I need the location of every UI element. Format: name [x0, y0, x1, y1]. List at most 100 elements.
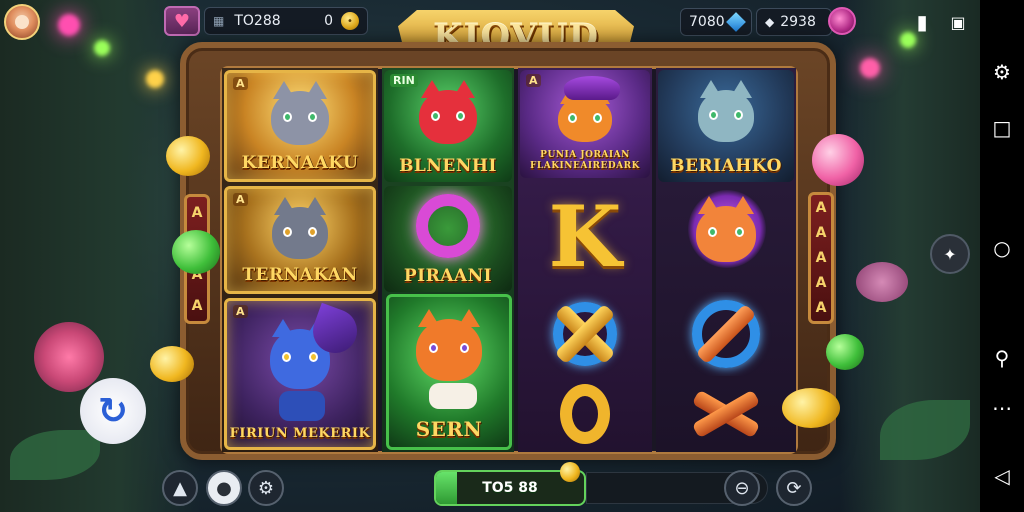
- cat-eye: [282, 351, 291, 362]
- cat-eye: [568, 113, 577, 124]
- floating-green-coin: [826, 334, 864, 370]
- symbol-corner-label: A: [526, 74, 541, 87]
- symbol-corner-label: A: [233, 77, 248, 90]
- heart-icon: ♥: [173, 10, 191, 32]
- settings-nav-icon[interactable]: ⚙: [980, 54, 1024, 90]
- cat-eye: [283, 111, 292, 122]
- symbol-cell: A TERNAKAN: [224, 186, 376, 294]
- pink-gem-button[interactable]: [828, 7, 856, 35]
- letter-k-symbol: K: [548, 186, 622, 286]
- lantern-light: [146, 70, 164, 88]
- system-nav-bar: ⚙ □ ○ ⚲ ⋯ ◁: [980, 0, 1024, 512]
- chat-button[interactable]: ●: [206, 470, 242, 506]
- symbol-label: PUNIA JORAIAN FLAKINEAIREDARK: [530, 150, 640, 171]
- cat-eye: [708, 227, 717, 238]
- symbol-cell: K: [520, 182, 650, 290]
- search-icon[interactable]: ⚲: [980, 340, 1024, 376]
- cat-eye: [593, 113, 602, 124]
- cat-eye: [456, 110, 465, 121]
- symbol-cell: A KERNAAKU: [224, 70, 376, 182]
- home-nav-icon[interactable]: ○: [980, 230, 1024, 266]
- cat-eye: [709, 109, 718, 120]
- floating-gold-coin: [150, 346, 194, 382]
- symbol-cell: [658, 186, 794, 290]
- cat-eye: [283, 226, 292, 237]
- cat-eye: [735, 227, 744, 238]
- minus-icon: ⊖: [734, 477, 750, 499]
- player-avatar[interactable]: [4, 4, 40, 40]
- symbol-corner-label: A: [233, 193, 248, 206]
- blue-gem-icon: [726, 12, 746, 32]
- cat-body: [279, 391, 325, 421]
- lantern-light: [94, 40, 110, 56]
- symbol-cell: [520, 292, 650, 376]
- symbol-cell: A FIRIUN MEKERIK: [224, 298, 376, 450]
- symbol-cell: SERN: [386, 294, 512, 450]
- spin-coin-icon: [560, 462, 580, 482]
- symbol-cell: A PUNIA JORAIAN FLAKINEAIREDARK: [520, 70, 650, 178]
- back-icon[interactable]: ◁: [980, 458, 1024, 494]
- lantern-light: [860, 58, 880, 78]
- paytable-marker: A: [815, 300, 827, 317]
- floating-gold-coin: [782, 388, 840, 428]
- symbol-cell: [658, 378, 794, 450]
- right-paytable-tab[interactable]: A A A A A: [808, 192, 834, 324]
- gem-counter: 7080: [680, 8, 752, 36]
- balance-value: 0: [324, 13, 333, 29]
- screenshot-icon[interactable]: ▣: [936, 4, 980, 40]
- symbol-cell: PIRAANI: [384, 186, 512, 292]
- heart-button[interactable]: ♥: [164, 6, 200, 36]
- cat-eye: [431, 110, 440, 121]
- gold-ring-symbol: [560, 384, 610, 444]
- minus-button[interactable]: ⊖: [724, 470, 760, 506]
- wizard-hat: [564, 76, 620, 100]
- cat-eye: [429, 342, 438, 353]
- purple-ring-symbol: [416, 194, 480, 258]
- refresh-button[interactable]: ↻: [80, 378, 146, 444]
- recent-apps-icon[interactable]: □: [980, 110, 1024, 146]
- red-cat-symbol: [419, 80, 477, 144]
- more-icon[interactable]: ⋯: [980, 390, 1024, 426]
- cat-eye: [734, 109, 743, 120]
- autoplay-icon: ⟳: [786, 477, 802, 499]
- paytable-marker: A: [815, 199, 827, 216]
- orange-cat-symbol: [416, 309, 482, 381]
- autoplay-button[interactable]: ⟳: [776, 470, 812, 506]
- player-id-pill: ▦ TO288 0 •: [204, 7, 368, 35]
- symbol-cell: RIN BLNENHI: [384, 70, 512, 182]
- avatar-face: [15, 15, 29, 29]
- cat-body: [429, 383, 477, 409]
- cat-eye: [308, 111, 317, 122]
- floating-gold-coin: [166, 136, 210, 176]
- player-id: TO288: [234, 13, 281, 29]
- symbol-label: SERN: [415, 417, 483, 441]
- home-button[interactable]: ▲: [162, 470, 198, 506]
- paytable-marker: A: [815, 275, 827, 292]
- symbol-cell: [520, 378, 650, 450]
- symbol-label: PIRAANI: [403, 266, 493, 286]
- orange-wizard-cat-symbol: [558, 86, 612, 142]
- coin-icon: •: [341, 12, 359, 30]
- assist-icon: ✦: [943, 244, 957, 264]
- home-icon: ▲: [173, 477, 187, 499]
- cat-eye: [309, 351, 318, 362]
- paytable-marker: A: [815, 249, 827, 266]
- currency-value: 2938: [780, 14, 816, 30]
- gem-count: 7080: [689, 14, 725, 30]
- symbol-label: KERNAAKU: [241, 153, 359, 173]
- symbol-label: TERNAKAN: [242, 265, 358, 285]
- lantern-light: [58, 14, 80, 36]
- floating-green-coin: [172, 230, 220, 274]
- teal-cat-symbol: [698, 80, 754, 142]
- settings-button[interactable]: ⚙: [248, 470, 284, 506]
- diamond-icon: ◆: [765, 15, 775, 29]
- flower-decoration: [856, 262, 908, 302]
- orange-cat-symbol: [696, 196, 756, 262]
- floating-pink-coin: [812, 134, 864, 186]
- symbol-corner-label: RIN: [390, 74, 418, 87]
- symbol-cell: [658, 292, 794, 376]
- cat-eye: [460, 342, 469, 353]
- floating-assist-button[interactable]: ✦: [930, 234, 970, 274]
- symbol-label: FIRIUN MEKERIK: [229, 426, 371, 441]
- symbol-cell: BERIAHKO: [658, 70, 794, 182]
